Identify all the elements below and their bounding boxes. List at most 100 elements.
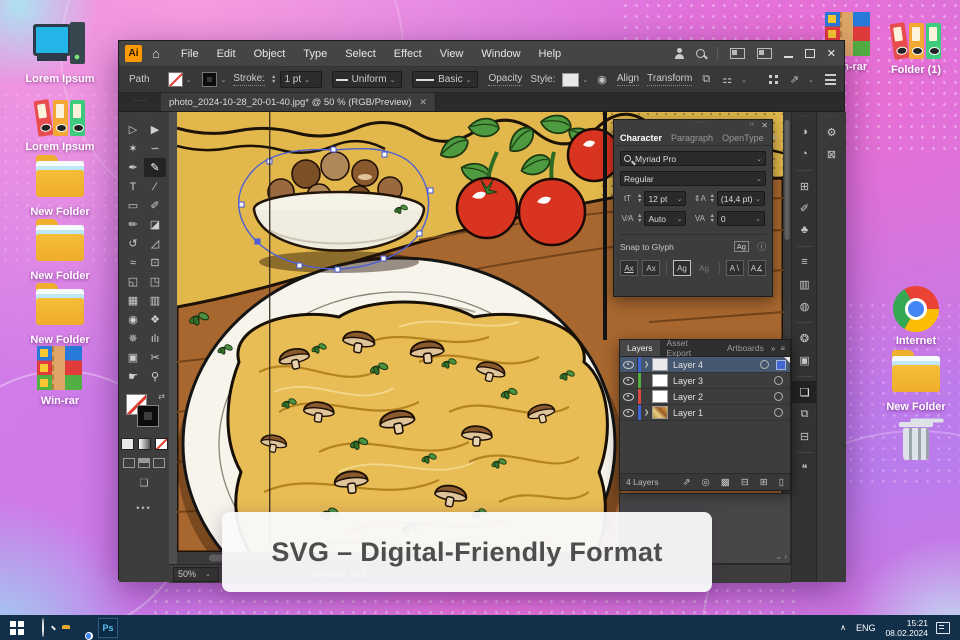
align-link[interactable]: Align <box>616 73 640 86</box>
panel-menu-icon[interactable]: ≡ <box>780 344 785 353</box>
style-swatch[interactable] <box>562 72 580 87</box>
gradient-mode-button[interactable] <box>137 438 151 450</box>
stroke-color-swatch[interactable] <box>202 72 218 87</box>
layer-row-layer-2[interactable]: Layer 2 <box>620 389 790 405</box>
none-mode-button[interactable] <box>154 438 168 450</box>
menu-help[interactable]: Help <box>530 48 571 60</box>
visibility-eye-icon[interactable] <box>620 405 638 420</box>
layer-row-layer-4[interactable]: ❯ Layer 4 <box>620 357 790 373</box>
options-menu-icon[interactable] <box>825 74 836 85</box>
share-icon[interactable]: ⇗ <box>790 73 799 86</box>
eraser-tool-icon[interactable]: ◪ <box>144 215 166 234</box>
snap-glyph-alt-button[interactable]: Ag <box>695 260 713 276</box>
arrange-documents-icon[interactable] <box>729 48 745 59</box>
document-tab[interactable]: photo_2024-10-28_20-01-40.jpg* @ 50 % (R… <box>161 93 437 111</box>
menu-object[interactable]: Object <box>245 48 295 60</box>
layer-target-circle[interactable] <box>774 376 783 385</box>
stroke-stepper[interactable]: ▲ ▼ <box>271 75 276 84</box>
tab-layers[interactable]: Layers <box>620 340 660 356</box>
opacity-link[interactable]: Opacity <box>488 73 523 86</box>
visibility-eye-icon[interactable] <box>620 373 638 388</box>
desktop-icon-internet[interactable]: Internet <box>868 286 960 347</box>
menu-view[interactable]: View <box>431 48 473 60</box>
menu-effect[interactable]: Effect <box>385 48 431 60</box>
direct-selection-tool-icon[interactable]: ▶ <box>144 120 166 139</box>
anchor-guide-button[interactable]: A∡ <box>747 260 766 276</box>
free-transform-tool-icon[interactable]: ⊡ <box>144 253 166 272</box>
lasso-tool-icon[interactable]: ∽ <box>144 139 166 158</box>
gradient-panel-icon[interactable]: ▥ <box>792 273 817 295</box>
swap-fill-stroke-icon[interactable]: ⇄ <box>158 392 165 401</box>
edit-toolbar-icon[interactable]: ••• <box>119 503 169 513</box>
selection-tool-icon[interactable]: ▷ <box>122 120 144 139</box>
desktop-icon-new-folder[interactable]: New Folder <box>12 219 108 282</box>
snap-baseline-button[interactable]: Ax <box>620 260 639 276</box>
brush-definition-select[interactable]: Basic ⌄ <box>412 71 479 88</box>
color-panel-icon[interactable]: ◑ <box>792 121 817 143</box>
new-sublayer-icon[interactable]: ⊟ <box>741 477 749 488</box>
artboard-tool-icon[interactable]: ▣ <box>122 348 144 367</box>
select-similar-icon[interactable]: ⚏ <box>722 73 732 86</box>
clipping-mask-icon[interactable]: ▩ <box>721 477 730 488</box>
tray-expand-icon[interactable]: ∧ <box>840 623 846 632</box>
appearance-panel-icon[interactable]: ❂ <box>792 327 817 349</box>
mesh-tool-icon[interactable]: ▦ <box>122 291 144 310</box>
zoom-tool-icon[interactable]: ⚲ <box>144 367 166 386</box>
hand-tool-icon[interactable]: ☛ <box>122 367 144 386</box>
font-style-select[interactable]: Regular ⌄ <box>620 171 766 186</box>
tab-opentype[interactable]: OpenType <box>722 133 764 143</box>
scale-tool-icon[interactable]: ◿ <box>144 234 166 253</box>
layer-target-circle[interactable] <box>760 360 769 369</box>
layer-row-layer-1[interactable]: ❯ Layer 1 <box>620 405 790 421</box>
menu-select[interactable]: Select <box>336 48 385 60</box>
layer-row-layer-3[interactable]: Layer 3 <box>620 373 790 389</box>
angular-guide-button[interactable]: A∖ <box>725 260 744 276</box>
draw-behind-button[interactable] <box>138 458 150 468</box>
locate-object-icon[interactable]: ◎ <box>702 477 710 488</box>
shape-builder-tool-icon[interactable]: ◱ <box>122 272 144 291</box>
desktop-icon-trash[interactable] <box>868 420 960 464</box>
artboards-panel-icon[interactable]: ⧉ <box>792 403 817 425</box>
menu-window[interactable]: Window <box>472 48 529 60</box>
magic-wand-tool-icon[interactable]: ✶ <box>122 139 144 158</box>
layer-thumbnail[interactable] <box>652 374 668 387</box>
rectangle-tool-icon[interactable]: ▭ <box>122 196 144 215</box>
delete-layer-icon[interactable]: ▯ <box>779 477 784 488</box>
layers-panel-icon[interactable]: ❏ <box>792 381 817 403</box>
expand-panel-icon[interactable]: » <box>771 344 775 353</box>
isolate-icon[interactable]: ⧉ <box>702 73 710 86</box>
color-mode-button[interactable] <box>120 438 134 450</box>
blend-tool-icon[interactable]: ❖ <box>144 310 166 329</box>
visibility-eye-icon[interactable] <box>620 389 638 404</box>
perspective-grid-tool-icon[interactable]: ◳ <box>144 272 166 291</box>
fill-none-swatch[interactable] <box>167 72 183 87</box>
symbol-sprayer-tool-icon[interactable]: ✵ <box>122 329 144 348</box>
menu-edit[interactable]: Edit <box>208 48 245 60</box>
tab-paragraph[interactable]: Paragraph <box>671 133 713 143</box>
zoom-level-select[interactable]: 50% ⌄ <box>173 566 219 582</box>
pen-tool-icon[interactable]: ✒ <box>122 158 144 177</box>
desktop-icon-winrar[interactable]: Win-rar <box>12 344 108 407</box>
tab-artboards[interactable]: Artboards <box>720 340 771 356</box>
stroke-proxy[interactable] <box>137 405 159 427</box>
type-tool-icon[interactable]: T <box>122 177 144 196</box>
desktop-icon-new-folder[interactable]: New Folder <box>12 283 108 346</box>
eyedropper-tool-icon[interactable]: ◉ <box>122 310 144 329</box>
close-button[interactable]: ✕ <box>827 47 836 60</box>
taskbar-photoshop-icon[interactable]: Ps <box>98 617 118 638</box>
layer-target-circle[interactable] <box>774 392 783 401</box>
properties-panel-icon[interactable]: ⚙ <box>817 121 846 143</box>
layer-target-circle[interactable] <box>774 408 783 417</box>
stroke-panel-icon[interactable]: ≡ <box>792 251 817 273</box>
panel-close-icon[interactable]: ✕ <box>761 121 768 130</box>
color-guide-panel-icon[interactable]: ◔ <box>792 143 817 165</box>
tab-asset-export[interactable]: Asset Export <box>660 338 721 358</box>
paintbrush-tool-icon[interactable]: ✐ <box>144 196 166 215</box>
panel-menu-icon[interactable]: ≡ <box>773 134 778 142</box>
recolor-artwork-icon[interactable]: ◉ <box>597 73 607 86</box>
transparency-panel-icon[interactable]: ◍ <box>792 295 817 317</box>
illustrator-logo-icon[interactable]: Ai <box>125 45 142 62</box>
layer-name[interactable]: Layer 2 <box>673 392 774 402</box>
graphic-styles-panel-icon[interactable]: ▣ <box>792 349 817 371</box>
font-family-select[interactable]: Myriad Pro ⌄ <box>620 151 766 166</box>
